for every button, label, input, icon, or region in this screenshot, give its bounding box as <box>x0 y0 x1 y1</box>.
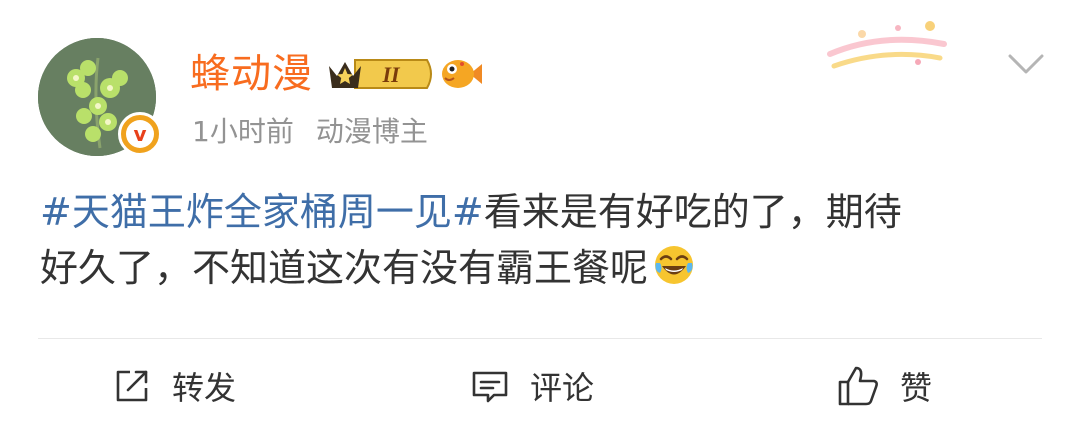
like-icon <box>838 366 878 406</box>
comment-button[interactable]: 评论 <box>470 362 594 410</box>
action-bar: 转发 评论 赞 <box>0 340 1080 433</box>
post-meta: 1小时前 动漫博主 <box>192 112 428 152</box>
post-time: 1小时前 <box>192 115 294 148</box>
verified-badge-icon: v <box>118 112 162 156</box>
like-button[interactable]: 赞 <box>836 362 932 410</box>
comment-icon <box>472 371 508 403</box>
repost-icon <box>116 370 148 402</box>
post-content: #天猫王炸全家桶周一见#看来是有好吃的了，期待 好久了，不知道这次有没有霸王餐呢 <box>40 184 1050 296</box>
vip-crown-badge-icon[interactable]: II <box>325 54 435 94</box>
vip-level-text: II <box>381 62 401 87</box>
fish-badge-icon[interactable] <box>440 54 484 94</box>
card-decoration-icon <box>827 21 947 69</box>
username[interactable]: 蜂动漫 <box>190 48 313 100</box>
post-source: 动漫博主 <box>315 115 428 148</box>
divider <box>38 338 1042 339</box>
hashtag-link[interactable]: #天猫王炸全家桶周一见# <box>40 190 484 234</box>
content-text-line2: 好久了，不知道这次有没有霸王餐呢 <box>40 246 649 290</box>
comment-label: 评论 <box>530 369 595 407</box>
chevron-down-icon[interactable] <box>1006 48 1046 78</box>
content-text-line1: 看来是有好吃的了，期待 <box>483 190 902 234</box>
repost-button[interactable]: 转发 <box>112 362 236 410</box>
repost-label: 转发 <box>172 369 237 407</box>
like-label: 赞 <box>900 369 933 407</box>
laugh-cry-emoji <box>655 246 694 284</box>
